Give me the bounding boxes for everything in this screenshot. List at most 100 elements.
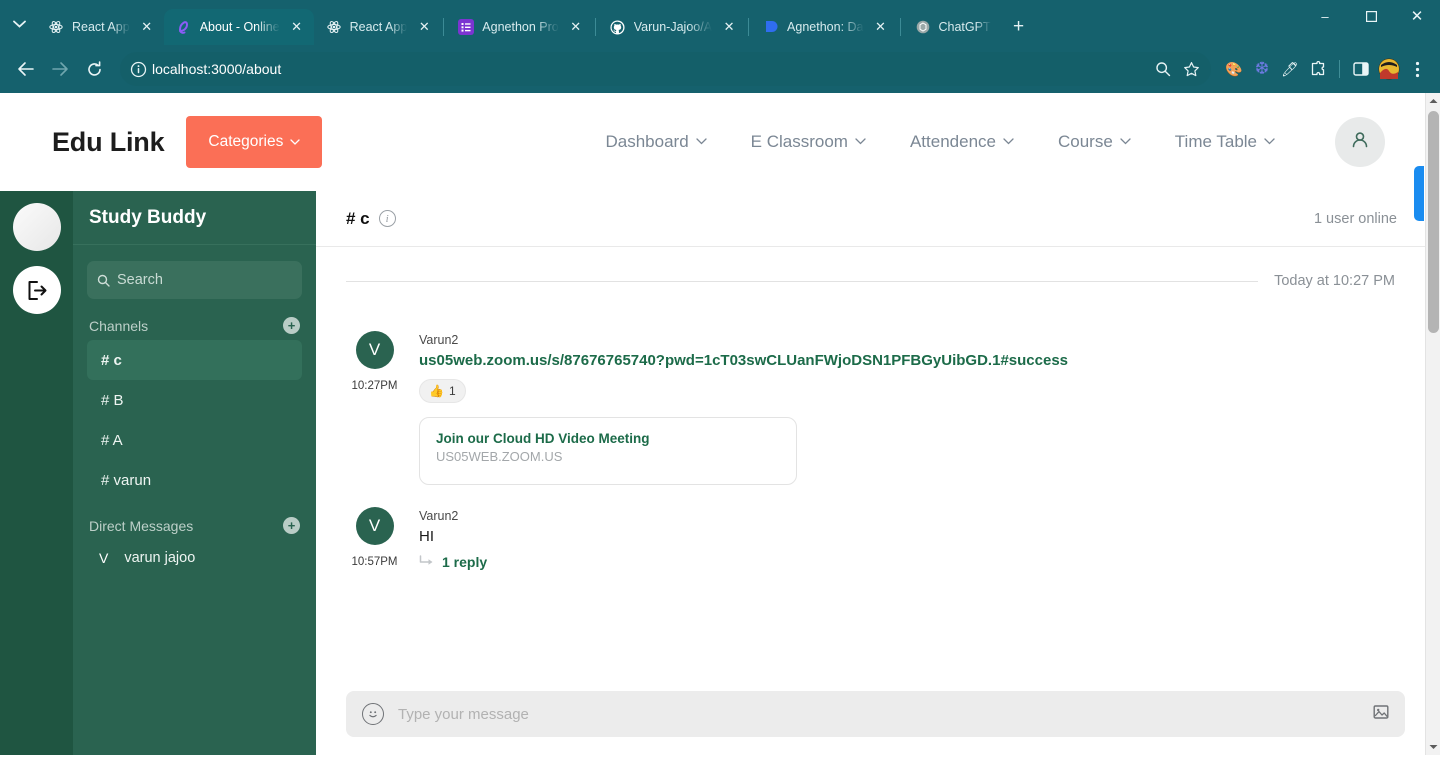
workspace-title: Study Buddy (73, 191, 316, 245)
minimize-button[interactable]: – (1302, 0, 1348, 32)
swirl-icon (176, 19, 192, 35)
categories-button[interactable]: Categories (186, 116, 323, 168)
search-placeholder: Search (117, 272, 163, 288)
forward-icon[interactable] (44, 53, 76, 85)
address-bar[interactable]: localhost:3000/about (120, 52, 1211, 86)
browser-tab[interactable]: ChatGPT (903, 9, 999, 45)
window-controls: – ✕ (1302, 0, 1440, 45)
sidebar-channel-b[interactable]: # B (87, 380, 302, 420)
close-icon[interactable]: ✕ (567, 18, 585, 36)
workspace-avatar[interactable] (12, 203, 61, 251)
toolbar-separator (1339, 60, 1340, 78)
url-text: localhost:3000/about (152, 61, 282, 77)
logout-icon[interactable] (12, 266, 61, 314)
sidebar-channel-varun[interactable]: # varun (87, 460, 302, 500)
message-text: HI (419, 528, 434, 545)
browser-tab[interactable]: Agnethon Pro ✕ (446, 9, 592, 45)
page-scrollbar[interactable] (1425, 93, 1440, 755)
eyedropper-extension-icon[interactable]: 🖊 (1277, 56, 1303, 82)
main-nav: Dashboard E Classroom Attendence Course … (583, 117, 1385, 167)
date-divider-label: Today at 10:27 PM (1274, 273, 1395, 289)
scroll-down-arrow-icon[interactable] (1426, 739, 1440, 755)
sidebar-channel-a[interactable]: # A (87, 420, 302, 460)
message-author: Varun2 (419, 333, 459, 347)
close-window-button[interactable]: ✕ (1394, 0, 1440, 32)
sidebar-channel-c[interactable]: # c (87, 340, 302, 380)
nav-label: Course (1057, 132, 1113, 151)
profile-avatar[interactable] (1335, 117, 1385, 167)
chat-panel: # c i 1 user online Today at 10:27 PM V … (316, 191, 1425, 755)
avatar: V (355, 331, 394, 369)
dm-initial: V (99, 550, 109, 566)
date-divider: Today at 10:27 PM (346, 273, 1395, 289)
react-icon (326, 19, 342, 35)
tab-title: Varun-Jajoo/A (633, 20, 713, 34)
emoji-smiley-icon[interactable] (362, 703, 384, 725)
chevron-down-icon (855, 137, 866, 148)
brand-logo[interactable]: Edu Link (52, 127, 165, 158)
reaction-badge[interactable]: 👍 1 (419, 379, 466, 403)
nav-item-dashboard[interactable]: Dashboard (583, 132, 728, 152)
puzzle-extensions-icon[interactable] (1305, 56, 1331, 82)
browser-tab[interactable]: React App ✕ (36, 9, 164, 45)
thread-reply-link[interactable]: 1 reply (419, 554, 1395, 570)
snowflake-extension-icon[interactable]: ❆ (1249, 56, 1275, 82)
scrollbar-thumb[interactable] (1428, 111, 1439, 333)
close-icon[interactable]: ✕ (720, 18, 738, 36)
list-icon (458, 19, 475, 35)
close-icon[interactable]: ✕ (415, 18, 433, 36)
link-preview-card[interactable]: Join our Cloud HD Video Meeting US05WEB.… (419, 417, 797, 485)
reload-icon[interactable] (78, 53, 110, 85)
sidebar-dm-varun-jajoo[interactable]: V varun jajoo (87, 540, 302, 576)
close-icon[interactable]: ✕ (288, 18, 306, 36)
maximize-button[interactable] (1348, 0, 1394, 32)
message-timestamp: 10:27PM (351, 380, 398, 392)
app-body: Study Buddy Search Channels + # c # B # … (0, 191, 1425, 755)
profile-avatar-icon[interactable] (1376, 56, 1402, 82)
browser-tab[interactable]: Agnethon: Da ✕ (751, 9, 897, 45)
site-header: Edu Link Categories Dashboard E Classroo… (0, 93, 1425, 191)
tab-title: About - Online (199, 20, 280, 34)
message-body: Varun2 us05web.zoom.us/s/87676765740?pwd… (419, 331, 1395, 485)
browser-tab[interactable]: Varun-Jajoo/A ✕ (598, 9, 746, 45)
reply-arrow-icon (419, 554, 434, 570)
add-dm-icon[interactable]: + (283, 517, 300, 534)
side-drawer-handle[interactable] (1414, 166, 1424, 221)
image-attach-icon[interactable] (1373, 704, 1389, 724)
tab-separator (748, 18, 750, 36)
link-preview-title: Join our Cloud HD Video Meeting (436, 431, 650, 446)
close-icon[interactable]: ✕ (138, 18, 156, 36)
composer-wrap: Type your message (316, 675, 1425, 755)
message-link-text[interactable]: us05web.zoom.us/s/87676765740?pwd=1cT03s… (419, 352, 1395, 369)
three-dot-menu-icon[interactable] (1404, 56, 1430, 82)
nav-item-attendence[interactable]: Attendence (888, 132, 1036, 152)
search-icon[interactable] (1149, 55, 1177, 83)
nav-item-course[interactable]: Course (1036, 132, 1153, 152)
new-tab-button[interactable]: + (1005, 13, 1033, 41)
nav-item-e-classroom[interactable]: E Classroom (729, 132, 888, 152)
tab-separator (899, 18, 901, 36)
nav-label: E Classroom (750, 132, 848, 151)
message-list: Today at 10:27 PM V 10:27PM Varun2 us05w… (316, 247, 1425, 675)
search-input[interactable]: Search (87, 261, 302, 299)
star-icon[interactable] (1177, 55, 1205, 83)
message-input[interactable]: Type your message (346, 691, 1405, 737)
color-palette-extension-icon[interactable]: 🎨 (1221, 56, 1247, 82)
chatgpt-icon (915, 19, 931, 35)
chat-channel-title: # c (346, 208, 370, 228)
nav-item-time-table[interactable]: Time Table (1153, 132, 1297, 152)
tab-title: Agnethon: Da (787, 20, 864, 34)
info-circle-icon[interactable] (124, 55, 152, 83)
scroll-up-arrow-icon[interactable] (1426, 93, 1440, 109)
info-circle-icon[interactable]: i (378, 210, 396, 227)
tab-title: React App (349, 20, 408, 34)
tab-title: Agnethon Pro (482, 20, 559, 34)
add-channel-icon[interactable]: + (283, 317, 300, 334)
chevron-down-icon (696, 137, 707, 148)
browser-tab[interactable]: React App ✕ (314, 9, 442, 45)
back-icon[interactable] (10, 53, 42, 85)
close-icon[interactable]: ✕ (872, 18, 890, 36)
side-panel-icon[interactable] (1348, 56, 1374, 82)
browser-tab-active[interactable]: About - Online ✕ (163, 9, 314, 45)
chevron-down-icon[interactable] (4, 7, 34, 41)
